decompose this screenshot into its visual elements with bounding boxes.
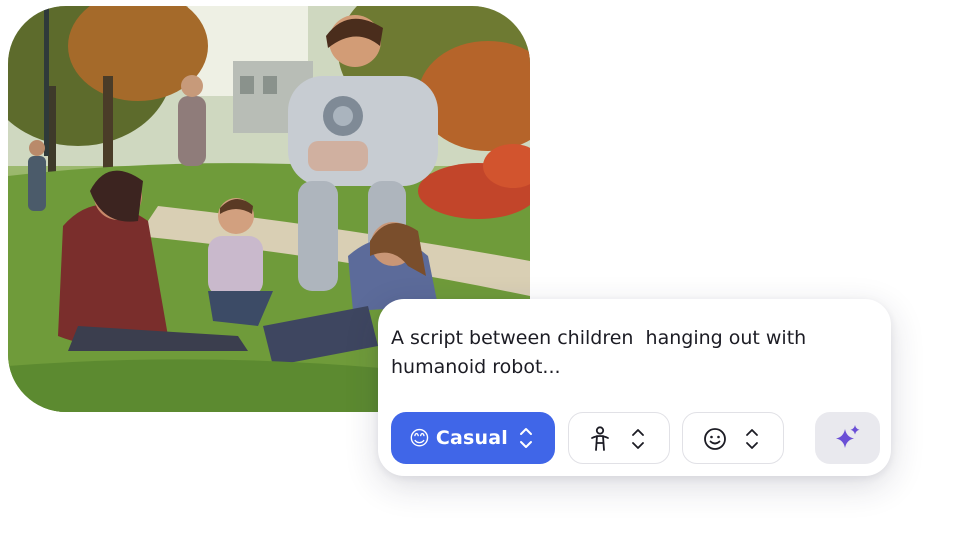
sparkles-icon [835, 425, 859, 448]
stage: A script between children hanging out wi… [0, 0, 965, 543]
chevron-up-down-icon [520, 428, 532, 448]
chevron-up-down-icon [632, 429, 644, 449]
prompt-panel: A script between children hanging out wi… [378, 299, 891, 476]
tone-select[interactable]: 😊 Casual [391, 412, 555, 464]
person-icon [591, 426, 609, 451]
mood-select[interactable] [682, 412, 784, 464]
tone-label: Casual [435, 427, 508, 449]
character-select[interactable] [568, 412, 670, 464]
prompt-input[interactable]: A script between children hanging out wi… [391, 324, 861, 382]
smiling-face-emoji-icon: 😊 [409, 426, 430, 450]
smiley-icon [704, 428, 726, 450]
chevron-up-down-icon [746, 429, 758, 449]
generate-button[interactable] [815, 412, 880, 464]
